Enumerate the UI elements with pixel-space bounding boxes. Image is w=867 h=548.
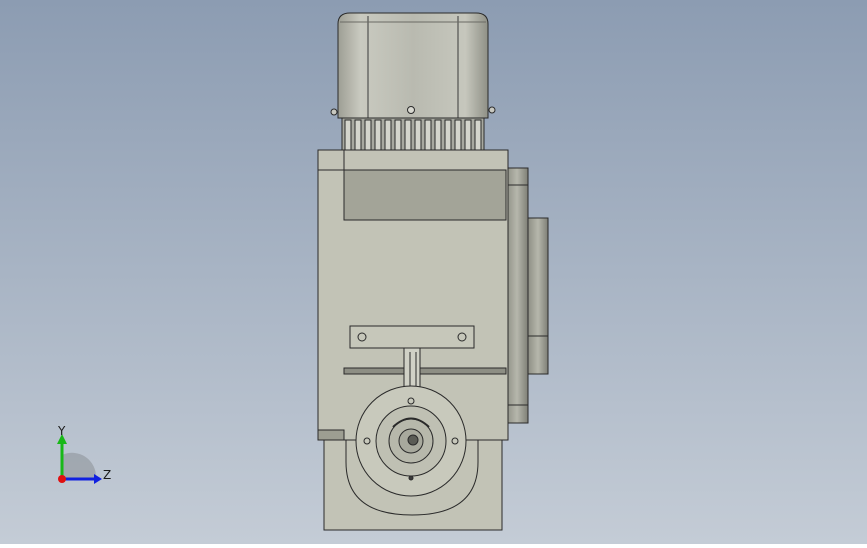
motor-housing[interactable]	[330, 12, 496, 119]
motor-cooling-fins	[341, 117, 485, 151]
x-axis-origin	[58, 475, 66, 483]
graphics-viewport[interactable]: Y Z	[0, 0, 867, 544]
motor-lug-left	[330, 108, 338, 116]
z-axis-label: Z	[103, 468, 112, 482]
motor-lug-right	[488, 106, 496, 114]
housing-recess	[343, 169, 507, 221]
split-line	[343, 367, 507, 375]
input-shaft-boss[interactable]	[355, 385, 467, 497]
y-axis-label: Y	[58, 424, 66, 438]
motor-screw	[407, 106, 415, 114]
viewport-canvas[interactable]	[0, 0, 867, 544]
